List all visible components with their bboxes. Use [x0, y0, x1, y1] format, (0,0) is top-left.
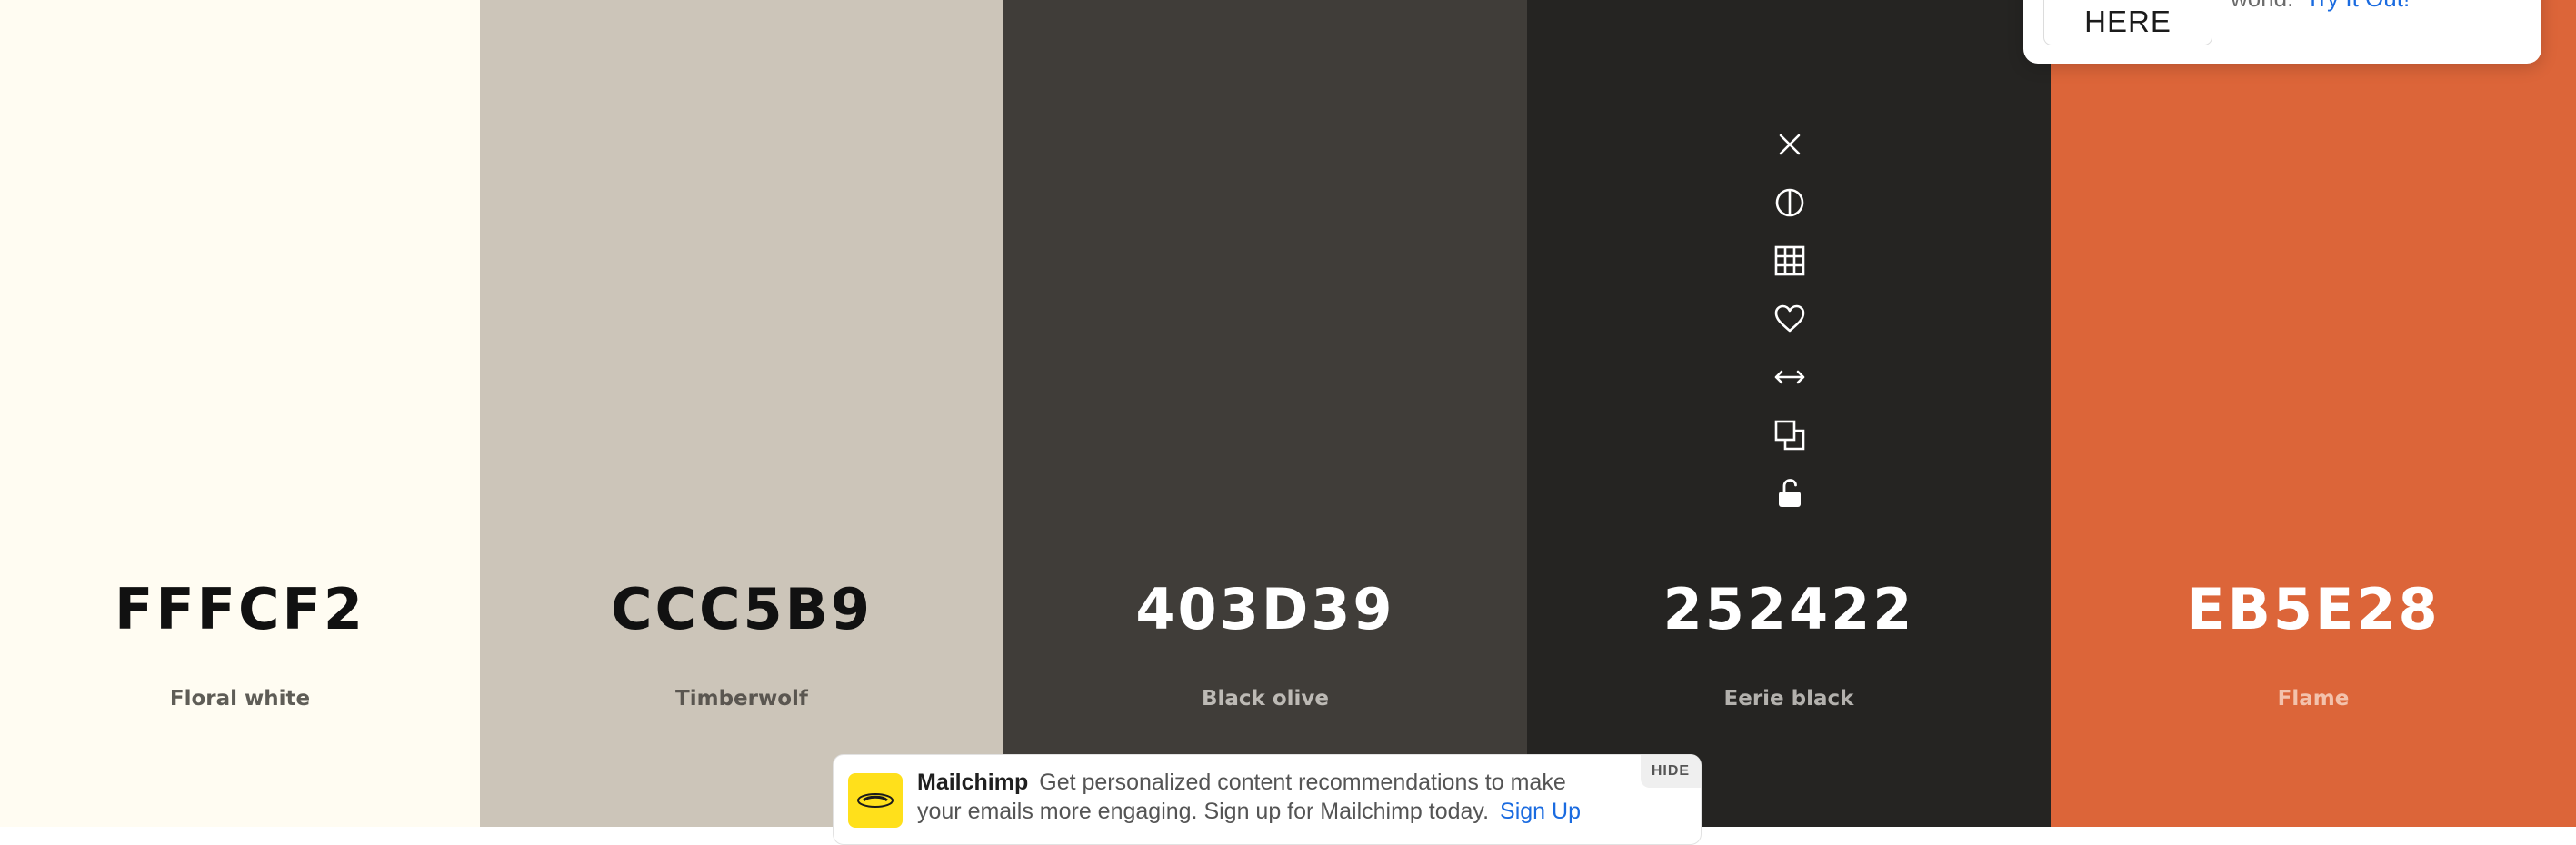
drag-arrows-icon: [1774, 370, 1805, 384]
remove-color-button[interactable]: [1762, 121, 1817, 168]
swatch-color-name[interactable]: Floral white: [0, 689, 480, 710]
swatch-color-name[interactable]: Timberwolf: [480, 689, 1003, 710]
sign-up-link[interactable]: Sign Up: [1500, 799, 1581, 824]
color-swatch-timberwolf[interactable]: CCC5B9 Timberwolf: [480, 0, 1003, 827]
lock-color-button[interactable]: [1762, 470, 1817, 517]
drag-color-handle[interactable]: [1762, 353, 1817, 401]
heart-icon: [1774, 304, 1805, 333]
ad-brand[interactable]: Mailchimp: [917, 770, 1028, 795]
swatch-hex-code[interactable]: FFFCF2: [0, 582, 480, 638]
swatch-hex-code[interactable]: EB5E28: [2051, 582, 2576, 638]
ad-banner: Mailchimp Get personalized content recomm…: [833, 754, 1702, 845]
swatch-hex-code[interactable]: 252422: [1527, 582, 2051, 638]
view-shades-button[interactable]: [1762, 179, 1817, 226]
ad-text: Mailchimp Get personalized content recomm…: [917, 768, 1590, 826]
promo-here-label: HERE: [2084, 5, 2172, 38]
save-color-button[interactable]: [1762, 295, 1817, 343]
copy-icon: [1774, 420, 1805, 451]
swatch-hex-code[interactable]: 403D39: [1003, 582, 1527, 638]
mailchimp-logo-icon: [857, 793, 894, 808]
swatch-color-name[interactable]: Black olive: [1003, 689, 1527, 710]
promo-popup: HERE world. Try It Out!: [2023, 0, 2541, 64]
swatch-color-name[interactable]: Flame: [2051, 689, 2576, 710]
close-icon: [1779, 134, 1801, 155]
promo-here-button[interactable]: HERE: [2043, 0, 2212, 45]
color-palette: FFFCF2 Floral white CCC5B9 Timberwolf 40…: [0, 0, 2576, 827]
color-swatch-floral-white[interactable]: FFFCF2 Floral white: [0, 0, 480, 827]
unlock-icon: [1779, 479, 1801, 507]
hide-ad-button[interactable]: HIDE: [1641, 755, 1701, 788]
swatch-hex-code[interactable]: CCC5B9: [480, 582, 1003, 638]
promo-body-text: world.: [2231, 0, 2293, 12]
try-it-out-link[interactable]: Try It Out!: [2306, 0, 2411, 12]
color-swatch-flame[interactable]: EB5E28 Flame: [2051, 0, 2576, 827]
promo-text: world. Try It Out!: [2231, 0, 2410, 12]
swatch-color-name[interactable]: Eerie black: [1527, 689, 2051, 710]
copy-hex-button[interactable]: [1762, 412, 1817, 459]
mailchimp-logo[interactable]: [848, 773, 903, 828]
shades-grid-icon: [1774, 245, 1805, 276]
shades-grid-button[interactable]: [1762, 237, 1817, 284]
contrast-icon: [1775, 188, 1804, 217]
color-swatch-black-olive[interactable]: 403D39 Black olive: [1003, 0, 1527, 827]
